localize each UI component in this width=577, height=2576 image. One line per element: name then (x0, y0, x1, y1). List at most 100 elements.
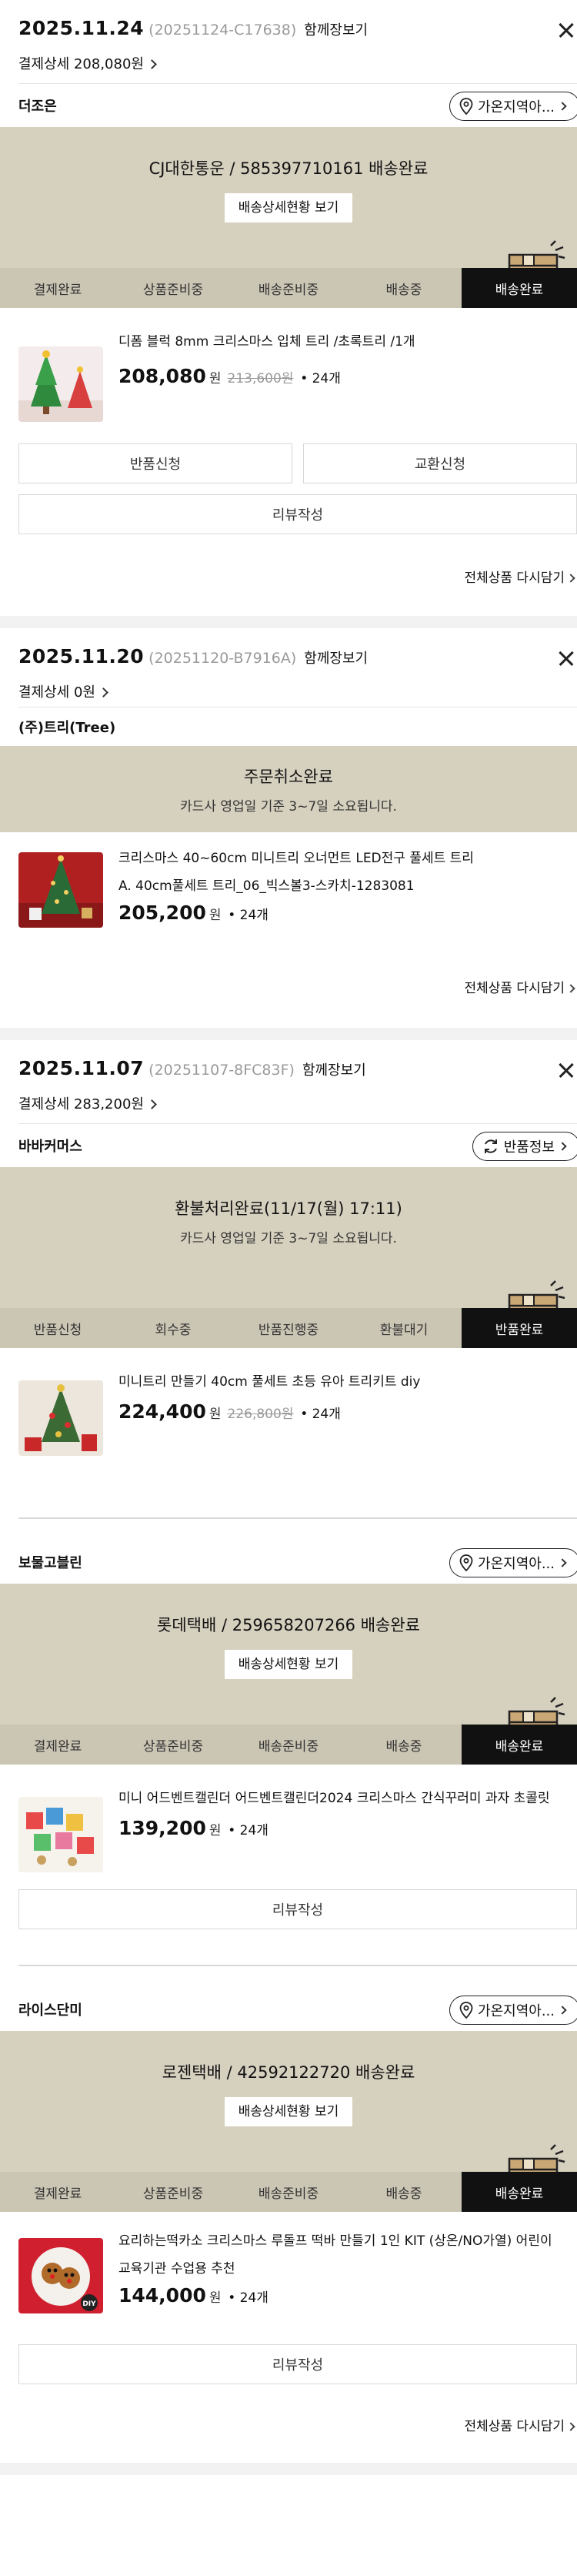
diy-badge: DIY (82, 2300, 96, 2308)
order-header: 2025.11.20 (20251120-B7916A) 함께장보기 (0, 628, 577, 682)
product-name: 요리하는떡카소 크리스마스 루돌프 떡바 만들기 1인 KIT (상온/NO가열… (118, 2233, 552, 2249)
seller-name: 라이스단미 (18, 2002, 82, 2019)
together-shopping-label: 함께장보기 (304, 651, 369, 667)
currency-unit: 원 (208, 371, 222, 386)
delivery-status-subtext: 카드사 영업일 기준 3~7일 소요됩니다. (180, 799, 397, 815)
payment-detail-link[interactable]: 결제상세 0원 (0, 682, 577, 704)
product-item[interactable]: 디폼 블럭 8mm 크리스마스 입체 트리 /초록트리 /1개 208,080 원… (0, 308, 577, 439)
product-quantity: • 24개 (228, 1823, 268, 1838)
close-icon[interactable] (554, 18, 577, 42)
chevron-right-icon (558, 102, 567, 111)
product-name: 디폼 블럭 8mm 크리스마스 입체 트리 /초록트리 /1개 (118, 334, 415, 350)
section-separator (0, 2463, 577, 2475)
product-name: 미니 어드벤트캘린더 어드벤트캘린더2024 크리스마스 간식꾸러미 과자 초콜… (118, 1791, 550, 1806)
order-code: (20251107-8FC83F) (148, 1062, 295, 1079)
product-thumbnail (18, 1380, 103, 1456)
return-request-button[interactable]: 반품신청 (18, 443, 292, 483)
close-icon[interactable] (554, 1059, 577, 1082)
step: 반품신청 (33, 1322, 82, 1338)
order-code: (20251124-C17638) (148, 22, 297, 38)
step: 결제완료 (33, 282, 82, 298)
return-info-label: 반품정보 (503, 1139, 555, 1156)
step: 배송준비중 (258, 1738, 319, 1755)
location-pin-icon (459, 98, 473, 115)
payment-detail-link[interactable]: 결제상세 208,080원 (0, 54, 577, 75)
currency-unit: 원 (208, 2290, 222, 2306)
write-review-button[interactable]: 리뷰작성 (18, 494, 577, 534)
currency-unit: 원 (208, 908, 222, 923)
product-thumbnail (18, 1797, 103, 1872)
refund-status-subtext: 카드사 영업일 기준 3~7일 소요됩니다. (180, 1231, 397, 1246)
chevron-right-icon (558, 1142, 567, 1151)
product-name-continued: 교육기관 수업용 추천 (118, 2261, 235, 2277)
step-active: 반품완료 (462, 1308, 577, 1348)
seller-divider (18, 1965, 577, 1966)
product-price-line: 139,200 원 • 24개 (118, 1817, 559, 1839)
section-separator (0, 1028, 577, 1040)
product-item[interactable]: 크리스마스 40~60cm 미니트리 오너먼트 LED전구 풀세트 트리 A. … (0, 832, 577, 962)
chevron-right-icon (566, 984, 575, 993)
step: 결제완료 (33, 2186, 82, 2202)
write-review-button[interactable]: 리뷰작성 (18, 1889, 577, 1929)
product-price-line: 224,400 원 226,800원 • 24개 (118, 1400, 559, 1423)
product-price: 144,000 (118, 2284, 206, 2307)
product-quantity: • 24개 (300, 371, 341, 386)
seller-location-button[interactable]: 가온지역아... (449, 1548, 577, 1577)
step: 배송준비중 (258, 2186, 319, 2202)
currency-unit: 원 (208, 1823, 222, 1838)
order-header: 2025.11.24 (20251124-C17638) 함께장보기 (0, 0, 577, 54)
delivery-steps: 결제완료 상품준비중 배송준비중 배송중 배송완료 (0, 268, 577, 308)
step: 배송중 (385, 282, 422, 298)
delivery-steps: 결제완료 상품준비중 배송준비중 배송중 배송완료 (0, 2172, 577, 2212)
reorder-all-link[interactable]: 전체상품 다시담기 (0, 551, 577, 605)
seller-row: 보물고블린 가온지역아... (0, 1541, 577, 1584)
product-price-line: 205,200 원 • 24개 (118, 902, 559, 924)
product-thumbnail: DIY (18, 2238, 103, 2313)
step: 반품진행중 (258, 1322, 319, 1338)
payment-detail-text: 결제상세 208,080원 (18, 56, 144, 72)
order-history-page: 2025.11.24 (20251124-C17638) 함께장보기 결제상세 20… (0, 0, 577, 2475)
product-item[interactable]: DIY 요리하는떡카소 크리스마스 루돌프 떡바 만들기 1인 KIT (상온/… (0, 2212, 577, 2327)
exchange-request-button[interactable]: 교환신청 (303, 443, 577, 483)
order-card: 2025.11.24 (20251124-C17638) 함께장보기 결제상세 20… (0, 0, 577, 628)
reorder-all-label: 전체상품 다시담기 (464, 570, 565, 586)
reorder-all-link[interactable]: 전체상품 다시담기 (0, 962, 577, 1015)
seller-row: 더조은 가온지역아... (0, 84, 577, 127)
product-name: 크리스마스 40~60cm 미니트리 오너먼트 LED전구 풀세트 트리 (118, 851, 474, 866)
chevron-right-icon (558, 1558, 567, 1567)
tracking-detail-button[interactable]: 배송상세현황 보기 (224, 1650, 353, 1679)
order-header: 2025.11.07 (20251107-8FC83F) 함께장보기 (0, 1040, 577, 1094)
reorder-all-link[interactable]: 전체상품 다시담기 (0, 2400, 577, 2454)
together-shopping-label: 함께장보기 (302, 1062, 366, 1079)
step: 배송준비중 (258, 282, 319, 298)
payment-detail-link[interactable]: 결제상세 283,200원 (0, 1094, 577, 1116)
chevron-right-icon (98, 687, 108, 698)
write-review-button[interactable]: 리뷰작성 (18, 2344, 577, 2384)
step: 결제완료 (33, 1738, 82, 1755)
seller-name: 보물고블린 (18, 1555, 82, 1571)
return-steps: 반품신청 회수중 반품진행중 환불대기 반품완료 (0, 1308, 577, 1348)
close-icon[interactable] (554, 647, 577, 670)
currency-unit: 원 (208, 1407, 222, 1422)
delivery-status-text: 롯데택배 / 259658207266 배송완료 (157, 1616, 420, 1634)
seller-location-button[interactable]: 가온지역아... (449, 92, 577, 121)
payment-detail-text: 결제상세 0원 (18, 684, 95, 701)
delivery-status-text: 로젠택배 / 42592122720 배송완료 (162, 2063, 415, 2082)
tracking-detail-button[interactable]: 배송상세현황 보기 (224, 193, 353, 222)
return-info-button[interactable]: 반품정보 (472, 1132, 577, 1161)
product-item[interactable]: 미니트리 만들기 40cm 풀세트 초등 유아 트리키트 diy 224,400… (0, 1348, 577, 1479)
together-shopping-label: 함께장보기 (304, 22, 369, 38)
delivery-status-text: 주문취소완료 (244, 768, 333, 786)
tracking-detail-button[interactable]: 배송상세현황 보기 (224, 2097, 353, 2126)
reorder-all-label: 전체상품 다시담기 (464, 2419, 565, 2434)
product-thumbnail (18, 852, 103, 928)
seller-divider (18, 1517, 577, 1519)
seller-location-button[interactable]: 가온지역아... (449, 1996, 577, 2025)
return-status-panel: 환불처리완료(11/17(월) 17:11) 카드사 영업일 기준 3~7일 소… (0, 1167, 577, 1348)
product-quantity: • 24개 (228, 2290, 268, 2306)
step-active: 배송완료 (462, 1725, 577, 1765)
seller-row: 바바커머스 반품정보 (0, 1124, 577, 1167)
seller-row: (주)트리(Tree) (0, 708, 577, 746)
product-item[interactable]: 미니 어드벤트캘린더 어드벤트캘린더2024 크리스마스 간식꾸러미 과자 초콜… (0, 1765, 577, 1880)
seller-location-label: 가온지역아... (478, 2003, 555, 2019)
